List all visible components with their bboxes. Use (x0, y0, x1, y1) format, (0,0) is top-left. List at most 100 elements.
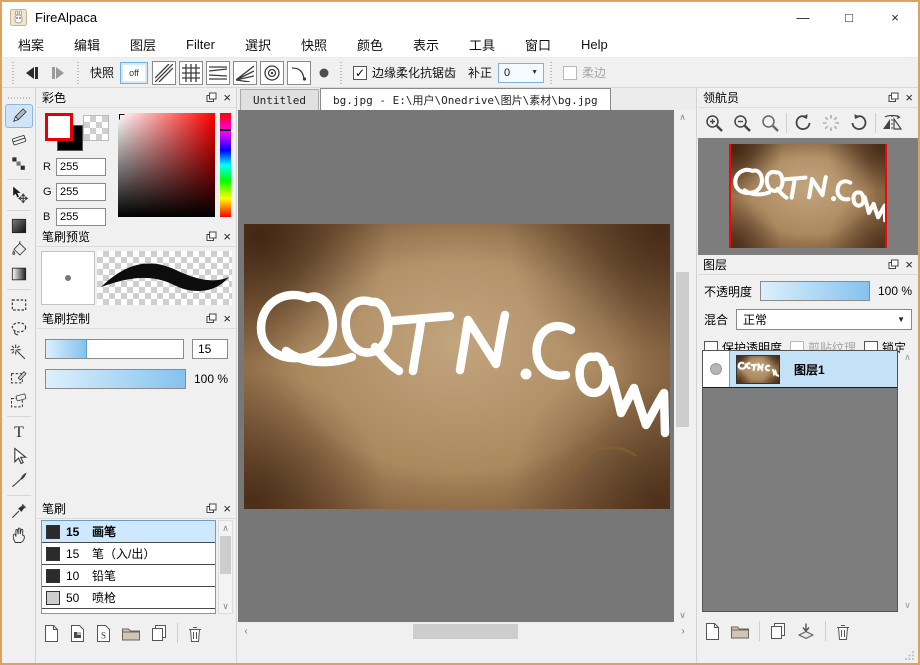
close-panel-icon[interactable]: × (223, 230, 231, 243)
brush-item[interactable]: 50喷枪 (42, 587, 215, 609)
float-panel-icon[interactable] (888, 259, 899, 270)
brush-item[interactable]: 15画笔 (42, 521, 215, 543)
reset-rotation-icon[interactable] (819, 111, 843, 135)
close-button[interactable]: × (872, 2, 918, 32)
scroll-up-icon[interactable]: ∧ (900, 350, 915, 364)
toolbar-grip-3[interactable] (338, 62, 343, 84)
scroll-down-icon[interactable]: ∨ (674, 608, 691, 622)
antialias-option[interactable]: ✓ 边缘柔化抗锯齿 (353, 64, 456, 81)
menu-item-color[interactable]: 颜色 (357, 35, 383, 54)
resize-grip-icon[interactable] (905, 650, 915, 660)
canvas-image[interactable] (244, 224, 670, 509)
float-panel-icon[interactable] (206, 313, 217, 324)
dot-tool[interactable] (5, 152, 33, 176)
green-value-field[interactable] (56, 183, 106, 201)
layer-list-scrollbar[interactable]: ∧ ∨ (900, 350, 915, 612)
rotate-right-icon[interactable] (847, 111, 871, 135)
tab-bg-jpg[interactable]: bg.jpg - E:\用户\Onedrive\图片\素材\bg.jpg (320, 88, 611, 110)
transparent-color-swatch[interactable] (83, 115, 109, 141)
duplicate-brush-icon[interactable] (150, 624, 168, 643)
canvas-vertical-scrollbar[interactable]: ∧ ∨ (674, 110, 691, 622)
tab-untitled[interactable]: Untitled (240, 89, 319, 110)
close-panel-icon[interactable]: × (905, 258, 913, 271)
brush-opacity-slider[interactable] (45, 369, 186, 389)
hue-slider[interactable] (220, 113, 231, 217)
brush-item[interactable]: 100喷枪 (42, 609, 215, 614)
scrollbar-thumb[interactable] (220, 536, 231, 574)
gradient-tool[interactable] (5, 262, 33, 286)
snap-grid-button[interactable] (179, 61, 203, 85)
scroll-right-icon[interactable]: › (675, 622, 691, 641)
blue-value-field[interactable] (56, 208, 106, 226)
brush-list-scrollbar[interactable]: ∧ ∨ (218, 520, 233, 614)
operation-tool[interactable] (5, 444, 33, 468)
menu-item-view[interactable]: 表示 (413, 35, 439, 54)
correction-dropdown[interactable]: 0 ▼ (498, 63, 544, 83)
saturation-value-picker[interactable] (118, 113, 215, 217)
add-layer-icon[interactable] (704, 622, 721, 641)
float-panel-icon[interactable] (206, 503, 217, 514)
brush-item[interactable]: 15笔（入/出） (42, 543, 215, 565)
snap-parallel-button[interactable] (152, 61, 176, 85)
close-panel-icon[interactable]: × (905, 91, 913, 104)
add-brush-icon[interactable] (43, 624, 60, 643)
duplicate-layer-icon[interactable] (769, 622, 787, 641)
menu-item-select[interactable]: 選択 (245, 35, 271, 54)
select-eraser-tool[interactable] (5, 389, 33, 413)
foreground-color-swatch[interactable] (45, 113, 73, 141)
maximize-button[interactable]: □ (826, 2, 872, 32)
layers-header[interactable]: 图层 × (698, 255, 918, 275)
hand-tool[interactable] (5, 523, 33, 547)
layer-row[interactable]: 图层1 (703, 351, 897, 388)
float-panel-icon[interactable] (888, 92, 899, 103)
brush-item[interactable]: 10铅笔 (42, 565, 215, 587)
snap-point-indicator[interactable] (314, 61, 334, 85)
merge-down-icon[interactable] (796, 622, 816, 641)
snap-off-button[interactable]: off (120, 62, 148, 84)
close-panel-icon[interactable]: × (223, 312, 231, 325)
scroll-down-icon[interactable]: ∨ (219, 599, 232, 613)
red-value-field[interactable] (56, 158, 106, 176)
menu-item-layer[interactable]: 图层 (130, 35, 156, 54)
scroll-up-icon[interactable]: ∧ (674, 110, 691, 124)
menu-item-tools[interactable]: 工具 (469, 35, 495, 54)
magic-wand-tool[interactable] (5, 341, 33, 365)
delete-brush-icon[interactable] (187, 624, 203, 643)
select-rect-tool[interactable] (5, 293, 33, 317)
snapshot-prev-button[interactable] (19, 61, 45, 85)
zoom-reset-icon[interactable] (758, 111, 782, 135)
menu-item-window[interactable]: 窗口 (525, 35, 551, 54)
canvas-horizontal-scrollbar[interactable]: ‹ › (238, 622, 691, 641)
navigator-viewport[interactable] (698, 138, 918, 255)
canvas-area[interactable] (238, 110, 674, 622)
menu-item-snapshot[interactable]: 快照 (301, 35, 327, 54)
brush-folder-icon[interactable] (121, 624, 141, 643)
add-layer-folder-icon[interactable] (730, 622, 750, 641)
layer-visibility-toggle[interactable] (703, 351, 730, 387)
close-panel-icon[interactable]: × (223, 502, 231, 515)
fill-rect-tool[interactable] (5, 214, 33, 238)
color-panel-header[interactable]: 彩色 × (37, 88, 236, 108)
brush-size-slider[interactable] (45, 339, 184, 359)
brush-control-header[interactable]: 笔刷控制 × (37, 309, 236, 329)
pen-tool[interactable] (5, 104, 33, 128)
navigator-header[interactable]: 领航员 × (698, 88, 918, 108)
add-bitmap-brush-icon[interactable] (69, 624, 86, 643)
toolbar-grip[interactable] (10, 62, 15, 84)
snap-curve-button[interactable] (287, 61, 311, 85)
scrollbar-thumb[interactable] (413, 624, 518, 639)
menu-item-file[interactable]: 档案 (18, 35, 44, 54)
soft-edge-checkbox[interactable] (563, 66, 577, 80)
add-script-brush-icon[interactable]: S (95, 624, 112, 643)
zoom-in-icon[interactable] (702, 111, 726, 135)
menu-item-edit[interactable]: 编辑 (74, 35, 100, 54)
minimize-button[interactable]: — (780, 2, 826, 32)
float-panel-icon[interactable] (206, 231, 217, 242)
curve-snap-pen-tool[interactable] (5, 468, 33, 492)
eraser-tool[interactable] (5, 128, 33, 152)
snap-horizontal-button[interactable] (206, 61, 230, 85)
toolbar-grip-4[interactable] (548, 62, 553, 84)
rotate-left-icon[interactable] (791, 111, 815, 135)
scrollbar-thumb[interactable] (676, 272, 689, 427)
snap-concentric-button[interactable] (260, 61, 284, 85)
